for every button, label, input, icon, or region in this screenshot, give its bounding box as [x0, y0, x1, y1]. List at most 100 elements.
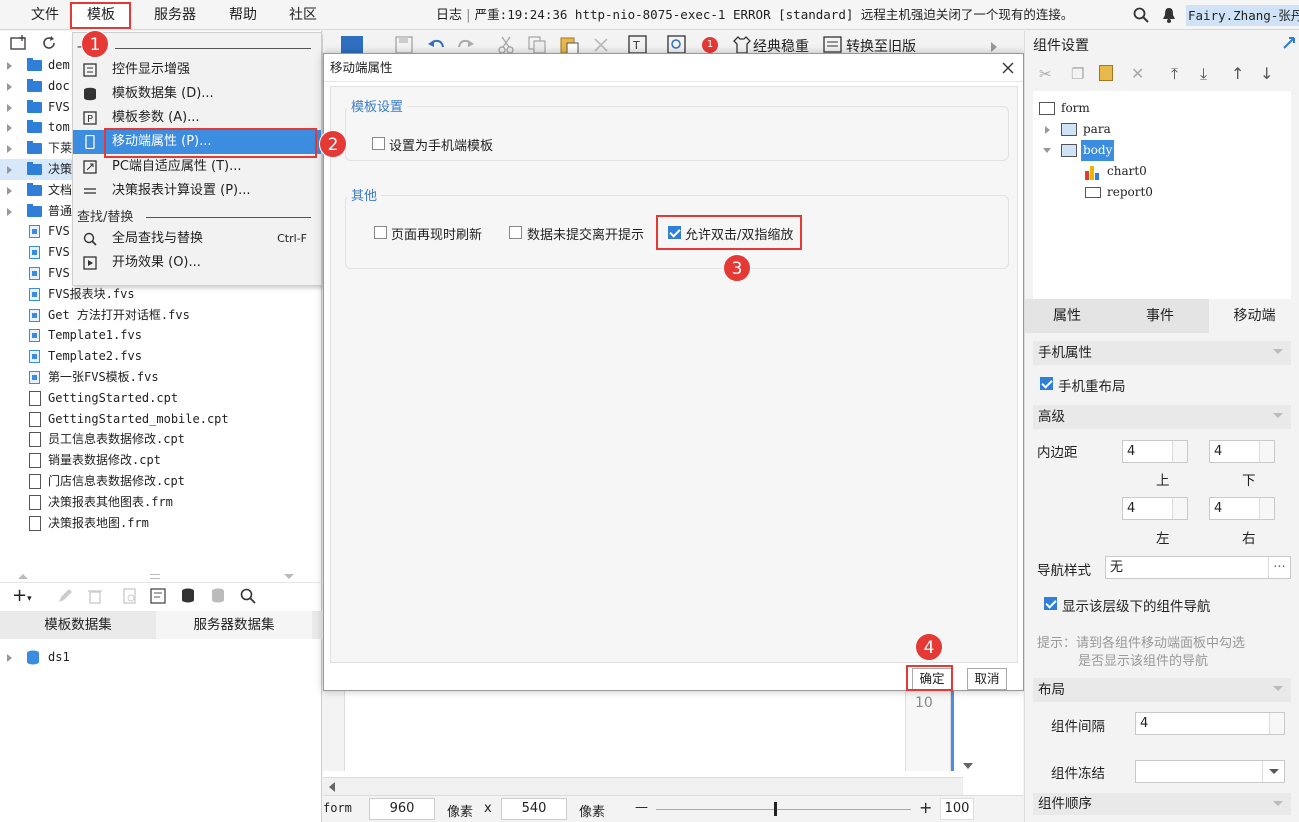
splitter[interactable] — [0, 571, 322, 581]
tree-file[interactable]: 门店信息表数据修改.cpt — [0, 471, 322, 492]
expand-icon[interactable] — [7, 82, 12, 91]
expand-icon[interactable] — [7, 654, 12, 662]
zoom-in-button[interactable]: + — [919, 798, 932, 817]
delete-icon[interactable] — [87, 588, 103, 604]
paste-icon[interactable] — [559, 35, 579, 55]
text-box-icon[interactable]: T — [628, 35, 648, 55]
unsubmitted-prompt-checkbox[interactable] — [509, 226, 522, 239]
server-dataset-icon[interactable] — [180, 588, 196, 604]
section-order[interactable]: 组件顺序 — [1033, 793, 1291, 815]
more-icon[interactable]: ··· — [1268, 557, 1290, 578]
set-mobile-template-label[interactable]: 设置为手机端模板 — [389, 135, 493, 154]
spinner-arrows-icon[interactable] — [1259, 498, 1274, 519]
clear-icon[interactable] — [593, 37, 609, 53]
tree-file[interactable]: GettingStarted.cpt — [0, 388, 322, 409]
cut-icon[interactable] — [497, 36, 515, 54]
pin-icon[interactable] — [1282, 36, 1296, 50]
tab-server-datasets[interactable]: 服务器数据集 — [156, 611, 312, 639]
tree-file[interactable]: 决策报表其他图表.frm — [0, 492, 322, 513]
unsubmitted-prompt-label[interactable]: 数据未提交离开提示 — [527, 224, 644, 243]
expand-icon[interactable] — [7, 186, 12, 195]
freeze-select[interactable] — [1135, 760, 1285, 783]
scroll-left-icon[interactable] — [329, 782, 335, 792]
expand-icon[interactable] — [7, 103, 12, 112]
expand-icon[interactable] — [1045, 126, 1050, 134]
set-mobile-template-checkbox[interactable] — [372, 137, 385, 150]
tab-mobile[interactable]: 移动端 — [1209, 299, 1299, 333]
expand-icon[interactable] — [7, 145, 12, 154]
gap-input[interactable]: 4 — [1135, 712, 1285, 735]
tab-events[interactable]: 事件 — [1115, 299, 1205, 333]
menu-item-pc-adaptive[interactable]: PC端自适应属性 (T)... — [73, 155, 321, 179]
section-phone-properties[interactable]: 手机属性 — [1033, 341, 1291, 365]
user-name[interactable]: Fairy.Zhang-张丹 — [1186, 5, 1299, 26]
preview-icon[interactable] — [122, 588, 138, 604]
phone-relayout-label[interactable]: 手机重布局 — [1058, 375, 1126, 395]
tree-file[interactable]: FVS报表块.fvs — [0, 284, 322, 305]
menu-item-widget-enhance[interactable]: 控件显示增强 — [73, 58, 321, 82]
tab-properties[interactable]: 属性 — [1025, 299, 1109, 333]
tree-file[interactable]: Get 方法打开对话框.fvs — [0, 305, 322, 326]
delete-icon[interactable]: ✕ — [1131, 64, 1144, 83]
spinner-arrows-icon[interactable] — [1259, 441, 1274, 462]
menu-community[interactable]: 社区 — [278, 0, 328, 30]
chevron-down-icon[interactable] — [1262, 761, 1284, 782]
grip-icon[interactable] — [150, 574, 160, 579]
horizontal-scrollbar[interactable] — [323, 777, 963, 795]
expand-icon[interactable] — [7, 166, 12, 174]
show-nav-label[interactable]: 显示该层级下的组件导航 — [1062, 595, 1211, 615]
section-advanced[interactable]: 高级 — [1033, 405, 1291, 429]
padding-left-input[interactable]: 4 — [1122, 497, 1188, 520]
expand-icon[interactable] — [7, 62, 12, 70]
cut-icon[interactable]: ✂ — [1039, 65, 1052, 83]
phone-relayout-checkbox[interactable] — [1040, 377, 1053, 390]
menu-item-calc-settings[interactable]: 决策报表计算设置 (P)... — [73, 179, 321, 203]
zoom-slider-track[interactable] — [656, 809, 911, 810]
width-input[interactable]: 960 — [369, 798, 435, 820]
section-layout[interactable]: 布局 — [1033, 678, 1291, 702]
paste-icon[interactable] — [1099, 65, 1113, 81]
height-input[interactable]: 540 — [501, 798, 567, 820]
spinner-arrows-icon[interactable] — [1172, 441, 1187, 462]
collapse-down-icon[interactable] — [284, 574, 294, 579]
refresh-icon[interactable] — [41, 35, 57, 51]
new-folder-icon[interactable] — [10, 35, 28, 51]
collapse-up-icon[interactable] — [18, 574, 28, 579]
undo-icon[interactable] — [427, 36, 445, 54]
spinner-arrows-icon[interactable] — [1172, 498, 1187, 519]
bell-icon[interactable] — [1161, 7, 1177, 23]
show-nav-checkbox[interactable] — [1044, 597, 1057, 610]
menu-server[interactable]: 服务器 — [140, 0, 210, 30]
dataset-item[interactable]: ds1 — [0, 647, 200, 668]
search-dataset-icon[interactable] — [240, 588, 256, 604]
copy-icon[interactable]: ❐ — [1071, 65, 1084, 83]
copy-icon[interactable] — [528, 36, 546, 54]
tree-file[interactable]: 决策报表地图.frm — [0, 513, 322, 534]
search-icon[interactable] — [1133, 7, 1149, 23]
collapse-icon[interactable] — [1043, 148, 1051, 153]
redo-icon[interactable] — [457, 36, 475, 54]
menu-item-opening-effect[interactable]: 开场效果 (O)... — [73, 251, 321, 275]
expand-icon[interactable] — [7, 207, 12, 216]
convert-icon[interactable] — [823, 35, 843, 55]
tree-file[interactable]: GettingStarted_mobile.cpt — [0, 409, 322, 430]
spinner-arrows-icon[interactable] — [1269, 713, 1284, 734]
move-up-icon[interactable]: ↑ — [1231, 64, 1244, 83]
move-top-icon[interactable]: ⤒ — [1171, 64, 1178, 84]
refresh-on-show-checkbox[interactable] — [374, 226, 387, 239]
menu-item-template-dataset[interactable]: 模板数据集 (D)... — [73, 82, 321, 106]
add-dataset-icon[interactable]: +▾ — [12, 585, 32, 610]
menu-item-find-replace[interactable]: 全局查找与替换 Ctrl-F — [73, 227, 321, 251]
move-down-icon[interactable]: ↓ — [1260, 64, 1273, 83]
menu-item-template-params[interactable]: P 模板参数 (A)... — [73, 106, 321, 130]
zoom-slider-handle[interactable] — [774, 802, 777, 816]
tab-template-datasets[interactable]: 模板数据集 — [0, 611, 156, 639]
tree-file[interactable]: Template1.fvs — [0, 325, 322, 346]
zoom-preview-icon[interactable] — [667, 35, 687, 55]
dataset-edit-icon[interactable] — [150, 588, 166, 604]
status-line[interactable]: 日志 | 严重:19:24:36 http-nio-8075-exec-1 ER… — [436, 0, 1073, 30]
toolbar-more-icon[interactable] — [991, 42, 997, 52]
zoom-out-button[interactable]: — — [635, 800, 648, 815]
dataset-settings-icon[interactable] — [210, 588, 226, 604]
padding-right-input[interactable]: 4 — [1209, 497, 1275, 520]
